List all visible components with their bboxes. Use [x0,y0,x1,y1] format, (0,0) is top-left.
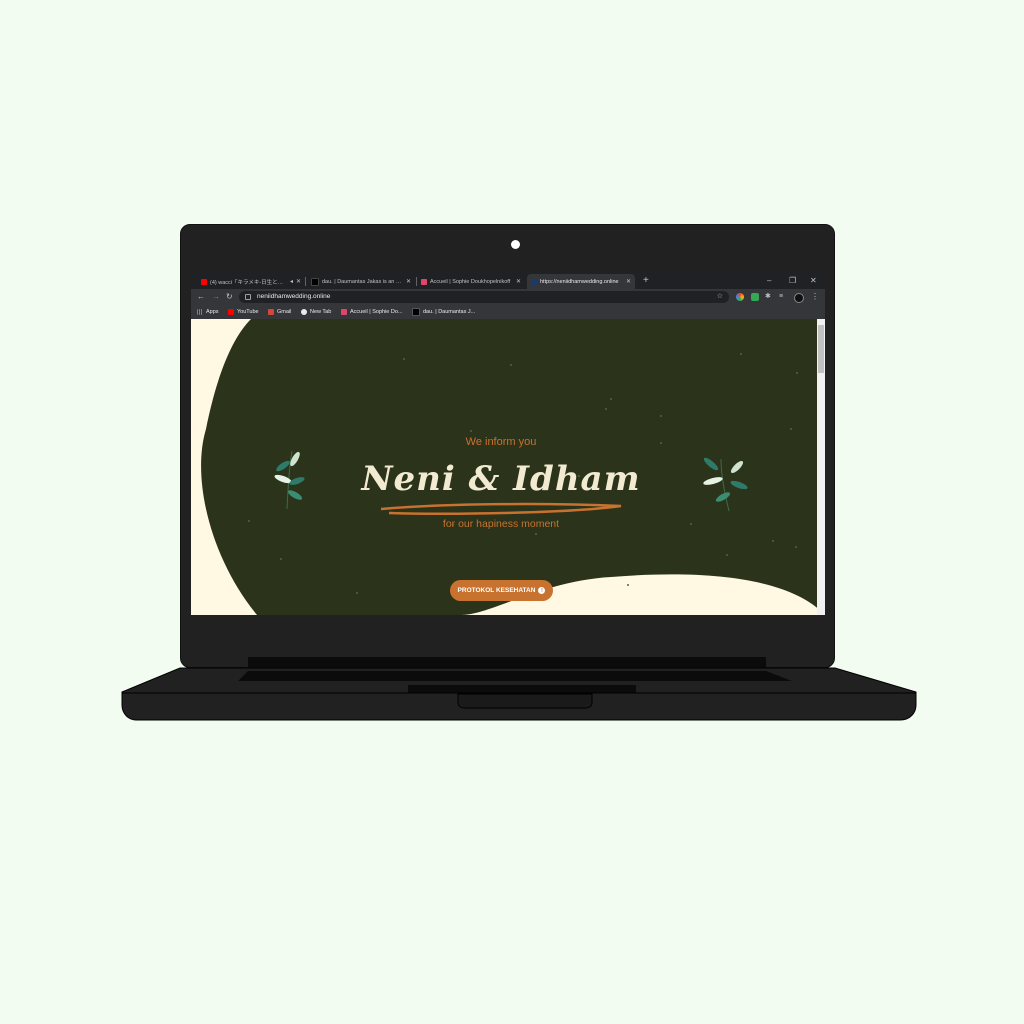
laptop-base [121,657,917,721]
